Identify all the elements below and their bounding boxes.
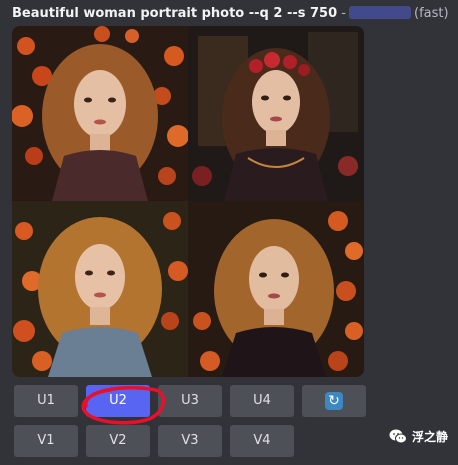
- image-1[interactable]: [12, 26, 188, 201]
- image-4[interactable]: [188, 201, 364, 377]
- reroll-button[interactable]: ↻: [302, 385, 366, 417]
- speed-label: (fast): [414, 6, 449, 21]
- u3-button[interactable]: U3: [158, 385, 222, 417]
- portrait-image: [12, 26, 188, 201]
- portrait-image: [188, 201, 364, 377]
- refresh-icon: ↻: [325, 392, 343, 410]
- wechat-icon: [389, 429, 407, 444]
- v4-button[interactable]: V4: [230, 425, 294, 457]
- portrait-image: [12, 201, 188, 377]
- watermark: 浮之静: [389, 428, 448, 445]
- user-mention[interactable]: [349, 6, 411, 19]
- v2-button[interactable]: V2: [86, 425, 150, 457]
- portrait-image: [188, 26, 364, 201]
- watermark-text: 浮之静: [411, 430, 448, 444]
- image-2[interactable]: [188, 26, 364, 201]
- image-3[interactable]: [12, 201, 188, 377]
- u4-button[interactable]: U4: [230, 385, 294, 417]
- image-grid[interactable]: [12, 26, 364, 377]
- v1-button[interactable]: V1: [14, 425, 78, 457]
- v3-button[interactable]: V3: [158, 425, 222, 457]
- prompt-text: Beautiful woman portrait photo --q 2 --s…: [12, 6, 338, 21]
- u1-button[interactable]: U1: [14, 385, 78, 417]
- u2-button[interactable]: U2: [86, 385, 150, 417]
- message-header: Beautiful woman portrait photo --q 2 --s…: [12, 6, 457, 22]
- discord-message: Beautiful woman portrait photo --q 2 --s…: [0, 0, 458, 465]
- prompt-separator: -: [341, 6, 346, 21]
